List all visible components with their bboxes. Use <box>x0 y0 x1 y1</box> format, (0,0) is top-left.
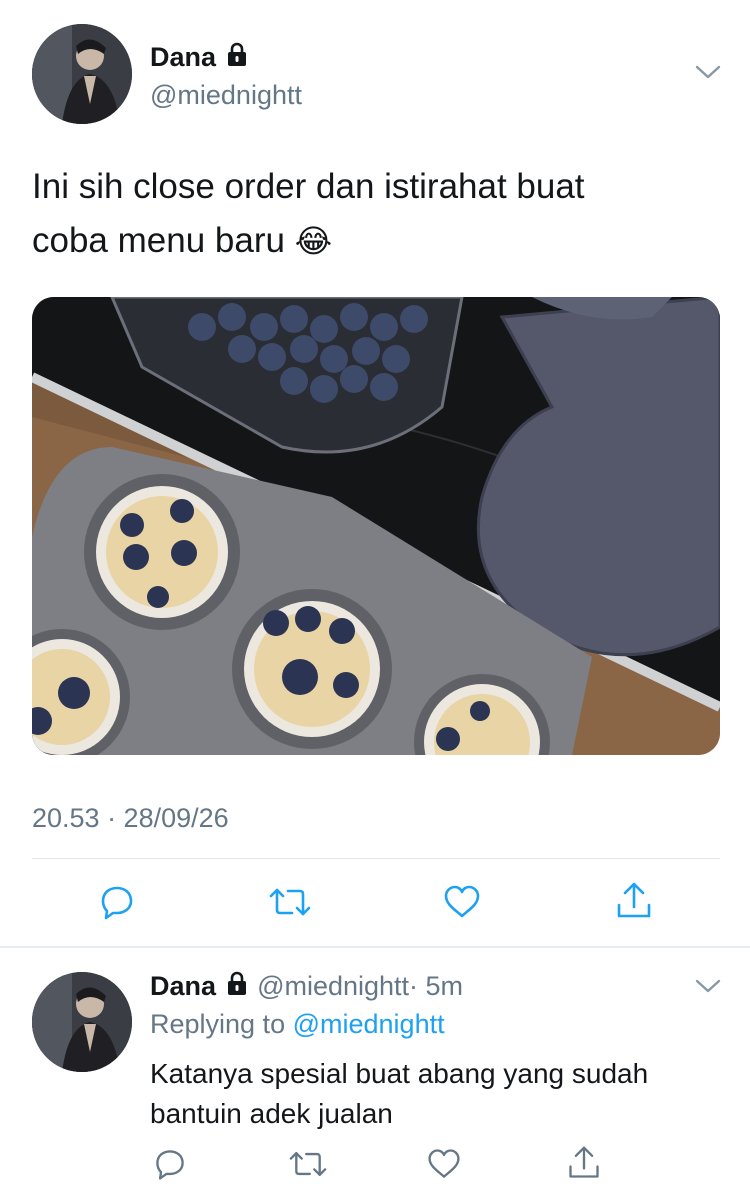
avatar[interactable] <box>32 24 132 124</box>
reply-icon[interactable] <box>97 882 137 922</box>
share-icon[interactable] <box>614 880 654 922</box>
retweet-icon[interactable] <box>288 1146 328 1182</box>
like-icon[interactable] <box>426 1146 462 1182</box>
retweet-icon[interactable] <box>268 882 312 922</box>
tweet-text: Ini sih close order dan istirahat buat c… <box>32 160 722 268</box>
reply-text-line: Katanya spesial buat abang yang sudah <box>150 1058 649 1089</box>
lock-icon <box>224 42 250 76</box>
author-handle[interactable]: @miednightt <box>150 78 302 112</box>
reply-text: Katanya spesial buat abang yang sudah ba… <box>150 1054 730 1134</box>
like-icon[interactable] <box>442 882 482 922</box>
avatar-photo <box>32 972 132 1072</box>
laughing-emoji: 😂 <box>294 222 333 260</box>
author-name[interactable]: Dana <box>150 42 216 72</box>
chevron-down-icon[interactable] <box>694 976 722 1001</box>
share-icon[interactable] <box>566 1144 602 1182</box>
lock-icon <box>224 971 250 1005</box>
reply-time: · 5m <box>409 971 464 1001</box>
reply-icon[interactable] <box>152 1146 188 1182</box>
blueberry-muffin-photo-icon <box>32 297 720 755</box>
replying-handle-link[interactable]: @miednightt <box>293 1009 445 1039</box>
avatar-photo <box>32 24 132 124</box>
tweet-timestamp[interactable]: 20.53 · 28/09/26 <box>32 800 229 836</box>
reply-author-handle[interactable]: @miednightt <box>257 971 409 1001</box>
reply-text-line: bantuin adek jualan <box>150 1098 393 1129</box>
reply-avatar[interactable] <box>32 972 132 1072</box>
tweet-text-line: Ini sih close order dan istirahat buat <box>32 167 585 206</box>
chevron-down-icon[interactable] <box>694 62 722 87</box>
tweet-text-line: coba menu baru <box>32 221 285 260</box>
section-divider <box>0 946 750 948</box>
replying-label: Replying to <box>150 1009 286 1039</box>
tweet-image[interactable] <box>32 297 720 755</box>
reply-author-name[interactable]: Dana <box>150 971 216 1001</box>
divider <box>32 858 720 859</box>
